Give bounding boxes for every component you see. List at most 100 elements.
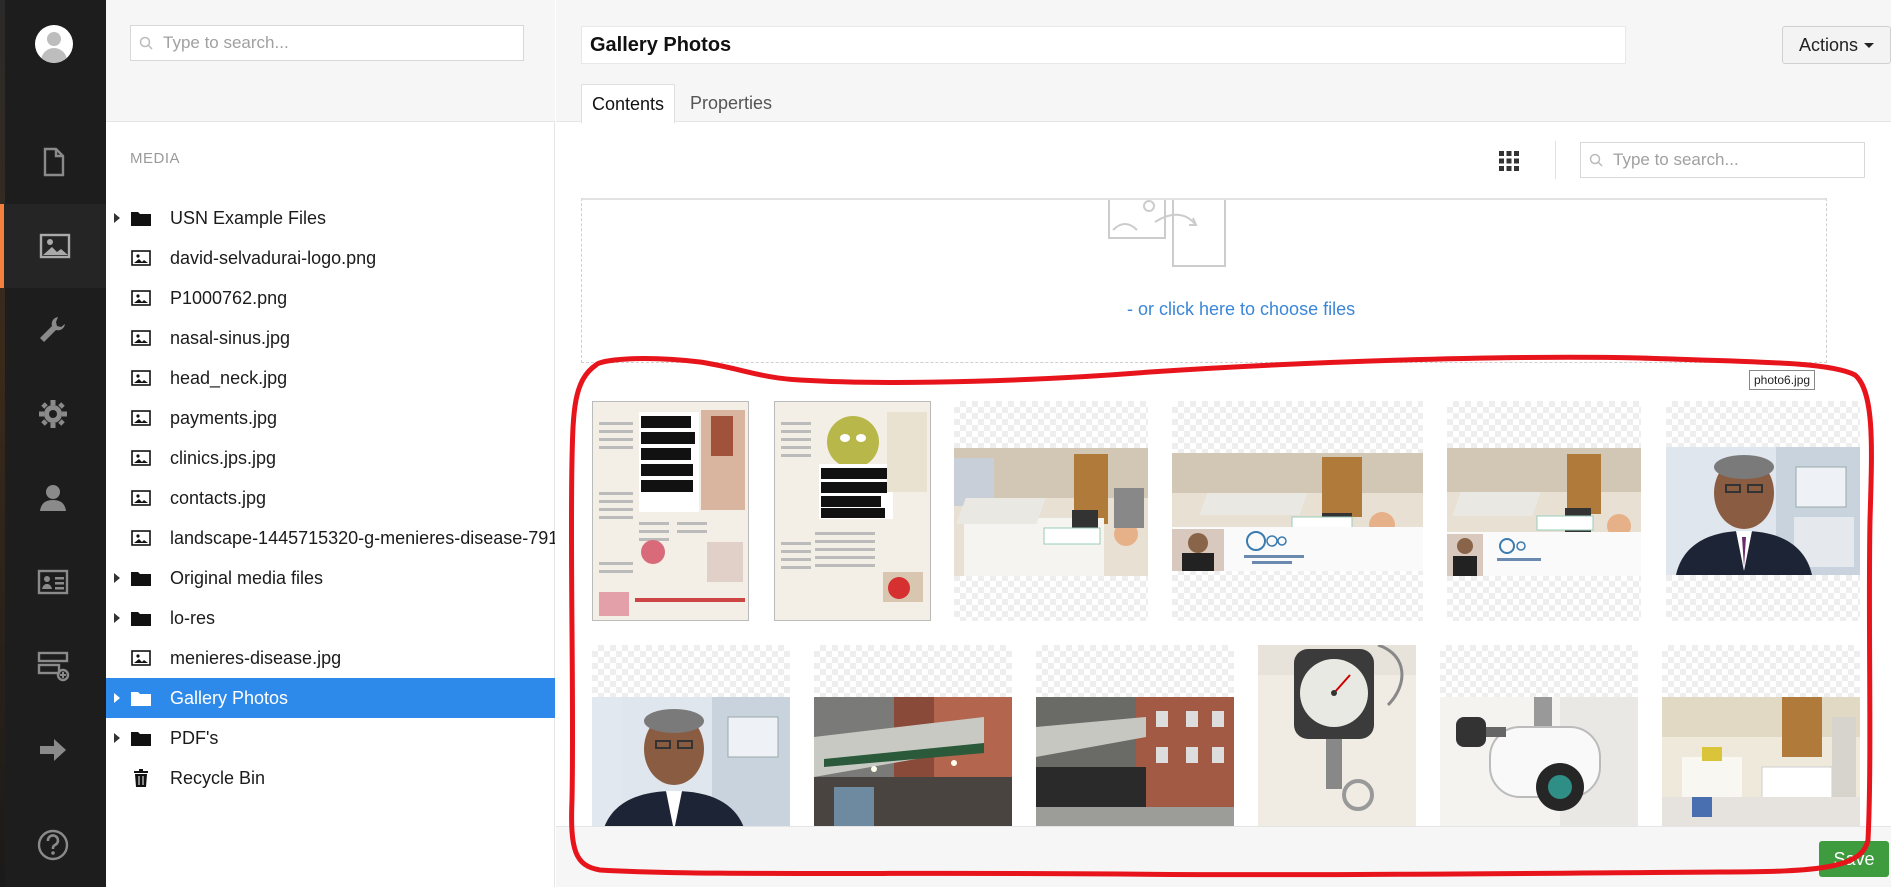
tree-item[interactable]: contacts.jpg <box>106 478 555 518</box>
tree-item[interactable]: david-selvadurai-logo.png <box>106 238 555 278</box>
main-editor: Gallery Photos Actions Contents Properti… <box>556 0 1891 887</box>
media-thumbnail[interactable] <box>954 401 1148 621</box>
settings-wrench-icon[interactable] <box>0 288 106 372</box>
tree-item-label: Original media files <box>170 567 324 588</box>
list-search-placeholder: Type to search... <box>1613 150 1739 169</box>
media-thumbnail[interactable] <box>1662 645 1860 826</box>
tree-item-label: nasal-sinus.jpg <box>170 327 291 348</box>
image-icon <box>130 448 152 468</box>
folder-icon <box>130 568 152 588</box>
media-thumbnail[interactable] <box>774 401 931 621</box>
toolbar-divider <box>1555 141 1556 179</box>
tree-item-label: david-selvadurai-logo.png <box>170 247 377 268</box>
save-button[interactable]: Save <box>1819 841 1889 877</box>
media-thumbnail[interactable] <box>592 401 749 621</box>
grid-view-icon[interactable] <box>1498 150 1520 172</box>
tree-item[interactable]: lo-res <box>106 598 555 638</box>
media-thumbnail[interactable] <box>1258 645 1416 826</box>
editor-footer: Save <box>556 826 1891 887</box>
tree-search-placeholder: Type to search... <box>163 33 289 52</box>
tree-item[interactable]: Original media files <box>106 558 555 598</box>
tree-item[interactable]: Recycle Bin <box>106 758 555 798</box>
tree-item[interactable]: P1000762.png <box>106 278 555 318</box>
section-label: MEDIA <box>130 150 181 167</box>
tree-item-label: lo-res <box>170 607 216 628</box>
list-search-input[interactable]: Type to search... <box>1580 142 1865 178</box>
tree-item-label: clinics.jps.jpg <box>170 447 277 468</box>
tree-search-input[interactable]: Type to search... <box>130 25 524 61</box>
choose-files-link[interactable]: - or click here to choose files <box>1127 299 1355 320</box>
tree-item[interactable]: menieres-disease.jpg <box>106 638 555 678</box>
tree-item-label: USN Example Files <box>170 207 327 228</box>
folder-icon <box>130 688 152 708</box>
trash-icon <box>130 768 152 788</box>
tree-item-label: PDF's <box>170 727 219 748</box>
search-icon <box>1589 153 1603 167</box>
tree-item-label: contacts.jpg <box>170 487 267 508</box>
tree-item[interactable]: PDF's <box>106 718 555 758</box>
image-icon <box>130 288 152 308</box>
actions-button[interactable]: Actions <box>1782 26 1891 64</box>
media-section-icon[interactable] <box>0 204 106 288</box>
upload-files-icon <box>1108 200 1226 267</box>
app-navigation <box>0 0 106 887</box>
gear-icon[interactable] <box>0 372 106 456</box>
actions-label: Actions <box>1798 34 1859 55</box>
tree-item[interactable]: head_neck.jpg <box>106 358 555 398</box>
expand-caret-icon[interactable] <box>114 733 120 743</box>
tree-item[interactable]: landscape-1445715320-g-menieres-disease-… <box>106 518 555 558</box>
tab-contents[interactable]: Contents <box>581 84 676 123</box>
media-grid <box>556 380 1891 826</box>
media-tree-panel: Type to search... MEDIA USN Example File… <box>106 0 555 887</box>
forms-add-icon[interactable] <box>0 624 106 708</box>
help-icon[interactable] <box>0 803 106 887</box>
media-thumbnail[interactable] <box>592 645 790 826</box>
media-thumbnail[interactable] <box>1036 645 1234 826</box>
image-icon <box>130 328 152 348</box>
image-icon <box>130 248 152 268</box>
tree-item[interactable]: clinics.jps.jpg <box>106 438 555 478</box>
expand-caret-icon[interactable] <box>114 213 120 223</box>
folder-icon <box>130 208 152 228</box>
media-thumbnail[interactable] <box>814 645 1012 826</box>
caret-down-icon <box>1864 42 1875 48</box>
media-thumbnail[interactable] <box>1440 645 1638 826</box>
editor-header: Gallery Photos Actions Contents Properti… <box>556 0 1891 123</box>
image-icon <box>130 488 152 508</box>
expand-caret-icon[interactable] <box>114 693 120 703</box>
tree-item-label: payments.jpg <box>170 407 278 428</box>
member-card-icon[interactable] <box>0 540 106 624</box>
arrow-right-icon[interactable] <box>0 708 106 792</box>
tab-properties[interactable]: Properties <box>680 84 782 123</box>
upload-dropzone[interactable]: - or click here to choose files <box>581 198 1827 363</box>
media-thumbnail[interactable] <box>1172 401 1423 621</box>
expand-caret-icon[interactable] <box>114 573 120 583</box>
expand-caret-icon[interactable] <box>114 613 120 623</box>
media-thumbnail[interactable] <box>1447 401 1641 621</box>
folder-icon <box>130 728 152 748</box>
tree-item[interactable]: nasal-sinus.jpg <box>106 318 555 358</box>
tree-header: Type to search... <box>106 0 555 122</box>
tree-item-label: menieres-disease.jpg <box>170 647 342 668</box>
media-thumbnail[interactable] <box>1666 401 1860 621</box>
node-name-input[interactable]: Gallery Photos <box>581 26 1626 64</box>
user-icon[interactable] <box>0 456 106 540</box>
avatar[interactable] <box>35 25 73 63</box>
folder-icon <box>130 608 152 628</box>
tree-item[interactable]: Gallery Photos <box>106 678 555 718</box>
image-icon <box>130 648 152 668</box>
search-icon <box>139 36 153 50</box>
tree-item-label: landscape-1445715320-g-menieres-disease-… <box>170 527 555 548</box>
tree-item-label: Gallery Photos <box>170 687 289 708</box>
tree-item-label: P1000762.png <box>170 287 288 308</box>
tree-item[interactable]: USN Example Files <box>106 198 555 238</box>
content-section-icon[interactable] <box>0 120 106 204</box>
image-icon <box>130 368 152 388</box>
image-icon <box>130 528 152 548</box>
tree-item[interactable]: payments.jpg <box>106 398 555 438</box>
image-icon <box>130 408 152 428</box>
tree-item-label: head_neck.jpg <box>170 367 288 388</box>
media-tree: USN Example Files david-selvadurai-logo.p… <box>106 198 555 798</box>
tree-item-label: Recycle Bin <box>170 767 266 788</box>
filename-tooltip: photo6.jpg <box>1749 370 1816 390</box>
